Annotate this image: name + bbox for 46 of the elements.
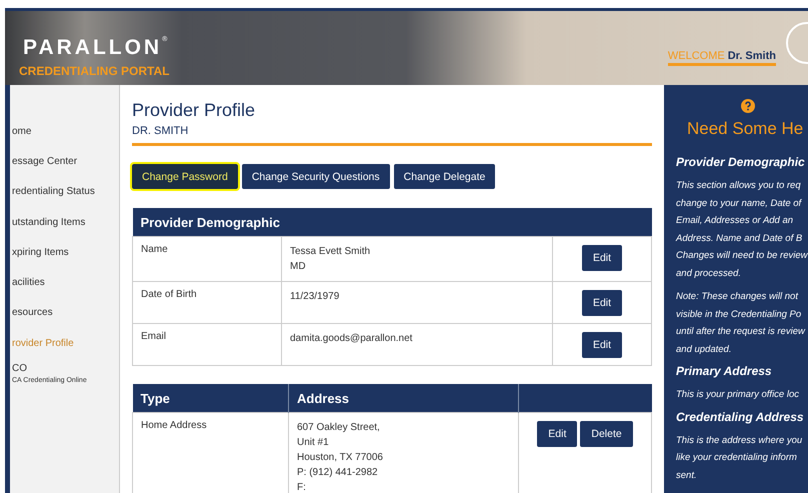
field-value: Tessa Evett Smith [290, 245, 372, 259]
field-label: Date of Birth [141, 289, 197, 300]
column-header: Type [132, 384, 288, 412]
table-header: Provider Demographic [132, 208, 652, 236]
row-action-button[interactable]: Delete [580, 421, 633, 447]
address-line: 607 Oakley Street, [297, 421, 381, 435]
help-heading: Primary Address [676, 364, 773, 378]
address-type: Home Address [141, 420, 207, 431]
help-paragraph: Note: These changes will not visible in the Credentialing Po until after the request is review and updated. [676, 290, 806, 356]
logo-text: PARALLON [23, 36, 162, 60]
action-button[interactable]: Change Security Questions [242, 164, 390, 189]
field-value: damita.goods@parallon.net [290, 332, 414, 346]
action-button[interactable]: Change Delegate [394, 164, 496, 189]
page-title: Provider Profile [132, 100, 256, 121]
help-paragraph: This is the address where you like your credentialing inform sent. [676, 434, 804, 482]
sidebar-item[interactable]: ome [10, 116, 119, 146]
column-header: Address [288, 384, 518, 412]
field-label: Name [141, 244, 168, 255]
help-title: Need Some He [687, 119, 804, 139]
address-line: Unit #1 [297, 436, 330, 450]
field-value: MD [290, 260, 307, 274]
field-label: Email [141, 331, 166, 342]
welcome-label: WELCOME [668, 50, 725, 62]
help-paragraph: This is your primary office loc [676, 388, 800, 402]
portal-tagline: CREDENTIALING PORTAL [19, 64, 170, 78]
edit-button[interactable]: Edit [582, 290, 622, 316]
row-action-button[interactable]: Edit [537, 421, 578, 447]
address-line: P: (912) 441-2982 [297, 466, 379, 480]
sidebar-item[interactable]: acilities [10, 267, 119, 298]
help-icon [741, 99, 755, 113]
sidebar-item[interactable]: essage Center [10, 146, 119, 177]
help-heading: Provider Demographic [676, 155, 806, 169]
help-paragraph: This section allows you to req change to your name, Date of Email, Addresses or Add an Address. Name and Date of B Changes will need to be review and processed. [676, 179, 808, 280]
sidebar-item[interactable]: esources [10, 298, 119, 328]
sidebar-item[interactable]: utstanding Items [10, 206, 119, 238]
help-heading: Credentialing Address [676, 410, 805, 424]
sidebar-item[interactable]: redentialing Status [10, 176, 119, 207]
edit-button[interactable]: Edit [582, 332, 622, 358]
edit-button[interactable]: Edit [582, 245, 622, 271]
action-button[interactable]: Change Password [132, 164, 238, 189]
welcome-name: Dr. Smith [728, 50, 776, 62]
address-line: Houston, TX 77006 [297, 451, 384, 465]
field-value: 11/23/1979 [290, 290, 340, 304]
address-line: F: [297, 481, 307, 493]
provider-name: DR. SMITH [132, 125, 190, 137]
sidebar-item[interactable]: xpiring Items [10, 237, 119, 268]
